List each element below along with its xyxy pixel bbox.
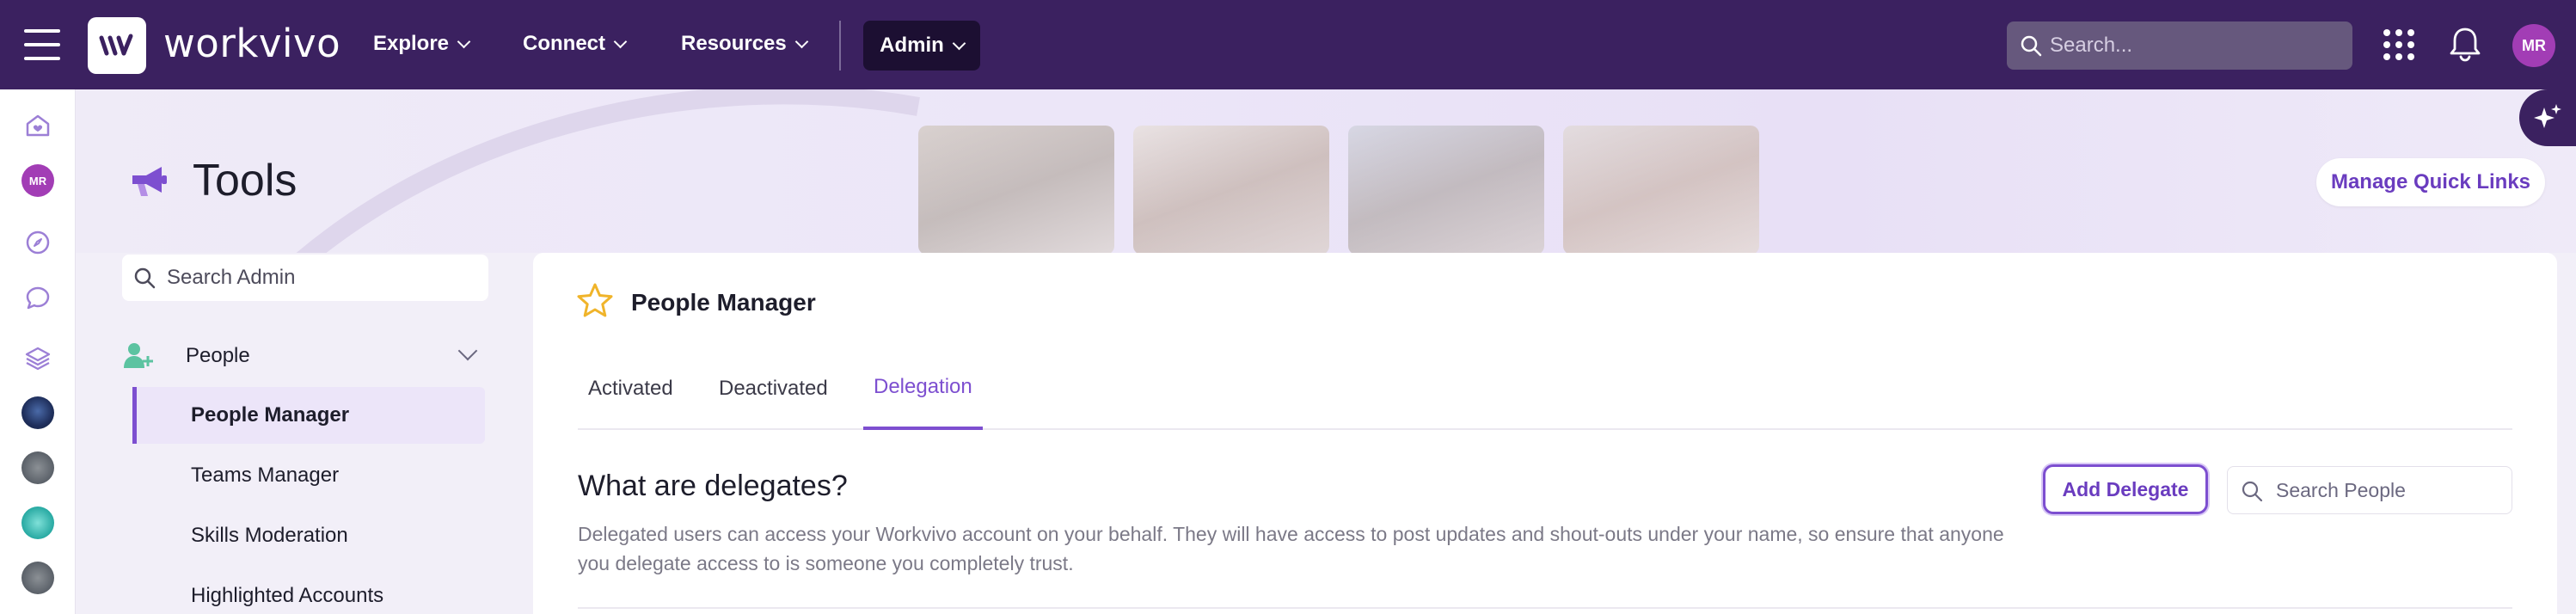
- admin-label: Admin: [880, 34, 944, 57]
- nav-divider: [839, 21, 841, 71]
- hero-photo: [918, 126, 1114, 253]
- global-search-input[interactable]: [2050, 34, 2334, 58]
- page-title: Tools: [193, 156, 297, 206]
- sidebar-group-people[interactable]: People: [122, 334, 488, 378]
- space-avatar-1[interactable]: [21, 396, 55, 430]
- sidebar-item-people-manager[interactable]: People Manager: [132, 387, 485, 444]
- space-avatar-4[interactable]: [21, 561, 55, 595]
- rail-profile-avatar[interactable]: MR: [21, 163, 55, 198]
- left-rail: MR: [0, 89, 76, 614]
- space-image: [21, 507, 54, 539]
- explore-compass-icon[interactable]: [21, 225, 55, 260]
- apps-grid-icon[interactable]: [2383, 29, 2414, 60]
- admin-menu-button[interactable]: Admin: [863, 21, 980, 71]
- section-description: Delegated users can access your Workvivo…: [578, 523, 2004, 574]
- sidebar-item-highlighted-accounts[interactable]: Highlighted Accounts: [132, 568, 485, 614]
- nav-connect-label: Connect: [523, 32, 605, 55]
- tab-delegation[interactable]: Delegation: [863, 347, 983, 430]
- search-icon: [2240, 479, 2264, 507]
- home-icon[interactable]: [21, 108, 55, 143]
- brand-name: workvivo: [163, 21, 341, 66]
- add-person-icon: [122, 341, 153, 374]
- layers-icon[interactable]: [21, 341, 55, 375]
- workvivo-logo-icon[interactable]: [88, 17, 146, 74]
- sidebar-item-teams-manager[interactable]: Teams Manager: [132, 447, 485, 504]
- hero-photo: [1563, 126, 1759, 253]
- nav-connect[interactable]: Connect: [523, 32, 628, 56]
- hero-banner: [76, 89, 2576, 253]
- space-image: [21, 562, 54, 594]
- nav-resources[interactable]: Resources: [681, 32, 809, 56]
- nav-explore-label: Explore: [373, 32, 450, 55]
- tab-bar: Activated Deactivated Delegation: [578, 347, 2512, 430]
- global-search: [2007, 21, 2352, 70]
- chevron-down-icon: [457, 341, 478, 361]
- ai-sparkle-icon[interactable]: [2519, 89, 2576, 146]
- notifications-bell-icon[interactable]: [2449, 26, 2481, 66]
- chevron-down-icon: [794, 34, 809, 48]
- space-image: [21, 451, 54, 484]
- manage-quick-links-button[interactable]: Manage Quick Links: [2316, 158, 2545, 206]
- search-icon: [132, 266, 156, 294]
- top-navigation-bar: workvivo Explore Connect Resources Admin…: [0, 0, 2576, 89]
- search-icon: [2019, 34, 2043, 62]
- space-avatar-2[interactable]: [21, 451, 55, 485]
- people-manager-card: People Manager Activated Deactivated Del…: [533, 253, 2557, 614]
- nav-explore[interactable]: Explore: [373, 32, 471, 56]
- card-title: People Manager: [631, 289, 816, 316]
- divider: [578, 607, 2512, 609]
- megaphone-icon: [129, 163, 169, 206]
- nav-resources-label: Resources: [681, 32, 787, 55]
- tab-deactivated[interactable]: Deactivated: [719, 347, 828, 430]
- people-search: [2227, 466, 2512, 514]
- sidebar-item-skills-moderation[interactable]: Skills Moderation: [132, 507, 485, 564]
- section-title: What are delegates?: [578, 470, 848, 502]
- chevron-down-icon: [457, 34, 471, 48]
- space-avatar-3[interactable]: [21, 506, 55, 540]
- user-avatar[interactable]: MR: [2512, 24, 2555, 67]
- chevron-down-icon: [952, 36, 966, 50]
- hamburger-menu-icon[interactable]: [24, 29, 60, 60]
- space-image: [21, 396, 54, 429]
- add-delegate-button[interactable]: Add Delegate: [2043, 464, 2208, 514]
- sidebar-group-label: People: [186, 344, 250, 367]
- hero-photo: [1348, 126, 1544, 253]
- admin-search: [122, 255, 488, 301]
- admin-search-input[interactable]: [167, 266, 476, 290]
- chevron-down-icon: [613, 34, 628, 48]
- tab-activated[interactable]: Activated: [588, 347, 673, 430]
- hero-photo: [1133, 126, 1329, 253]
- rail-avatar-initials: MR: [21, 164, 54, 197]
- star-icon[interactable]: [576, 282, 614, 322]
- search-people-input[interactable]: [2276, 478, 2499, 502]
- chat-bubble-icon[interactable]: [21, 280, 55, 315]
